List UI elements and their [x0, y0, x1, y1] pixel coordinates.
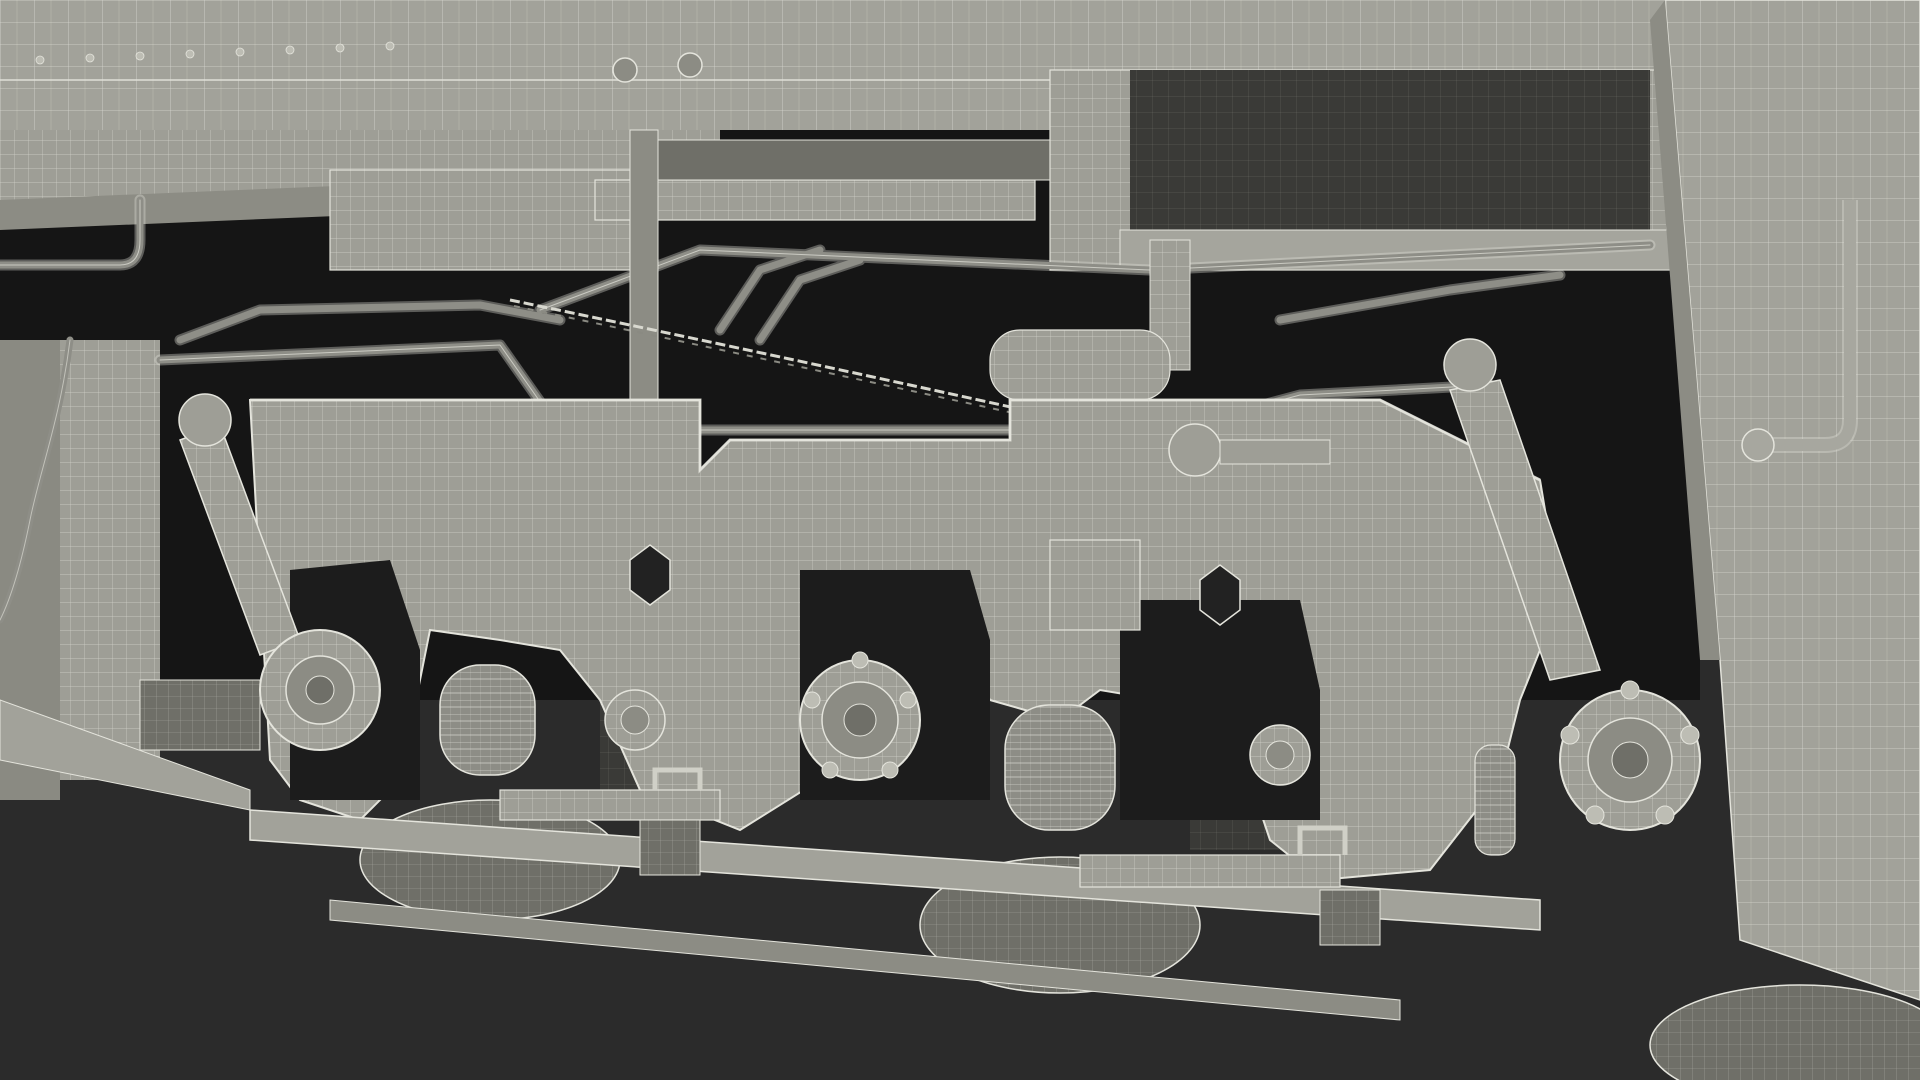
wireframe-render [0, 0, 1920, 1080]
